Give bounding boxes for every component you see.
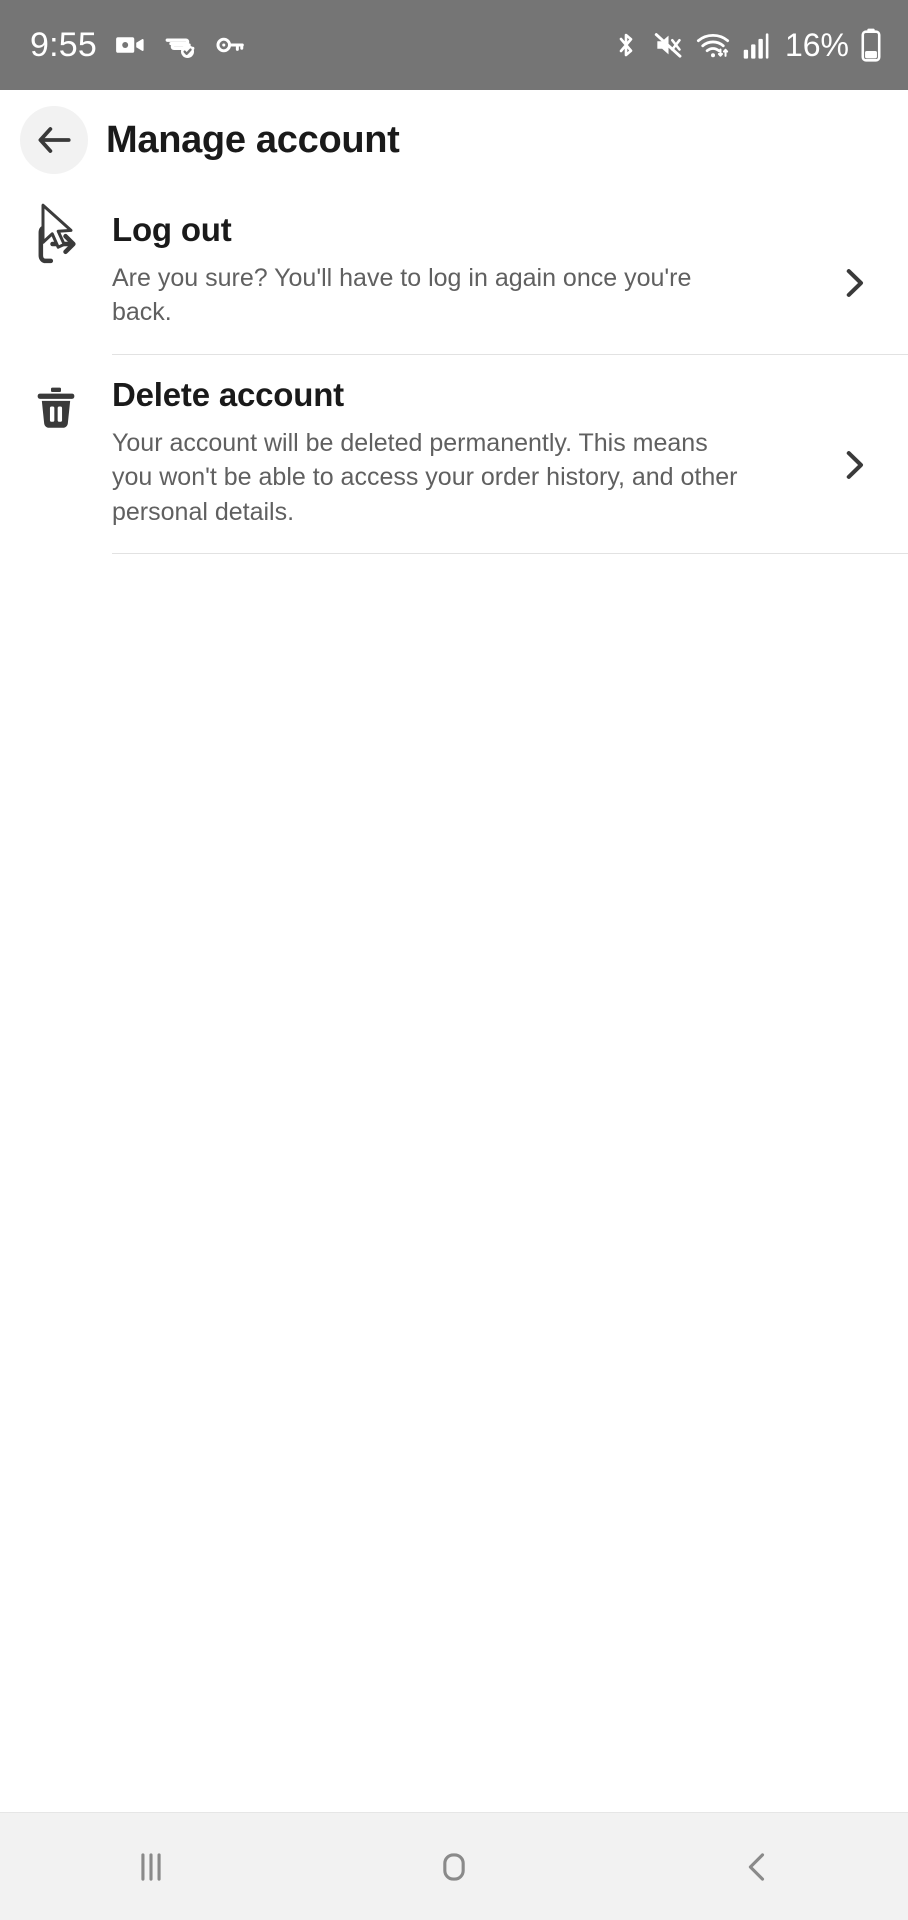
battery-percent-label: 16% [784,27,849,63]
status-bar: 9:55 16% [0,0,908,90]
home-icon [432,1845,476,1889]
trash-icon [0,377,112,433]
settings-list: Log out Are you sure? You'll have to log… [0,190,908,1812]
app-header: Manage account [0,90,908,249]
nav-back-button[interactable] [657,1813,857,1920]
back-chevron-icon [735,1845,779,1889]
android-nav-bar [0,1812,908,1920]
signal-bars-icon [742,30,770,60]
phone-screen: 9:55 16% Manage account Log out Are you … [0,0,908,1920]
bluetooth-icon [611,29,641,61]
status-bar-right-group: 16% [611,28,882,62]
list-item-title: Log out [112,211,232,248]
status-bar-left-group: 9:55 [30,28,247,62]
key-icon [213,28,247,62]
list-item-description: Your account will be deleted permanently… [112,428,738,526]
status-bar-clock: 9:55 [30,26,97,64]
list-item-text-block: Log out Are you sure? You'll have to log… [112,211,800,354]
vpn-icon [163,28,197,62]
list-item-delete-account[interactable]: Delete account Your account will be dele… [0,355,908,553]
wifi-icon [695,29,731,61]
chevron-right-icon[interactable] [800,212,908,354]
nav-home-button[interactable] [354,1813,554,1920]
list-item-text-block: Delete account Your account will be dele… [112,375,800,553]
recents-icon [129,1845,173,1889]
back-button[interactable] [20,106,88,174]
chevron-right-icon[interactable] [800,377,908,553]
list-item-description: Are you sure? You'll have to log in agai… [112,263,692,327]
logout-icon [0,212,112,270]
list-item-title: Delete account [112,375,344,413]
mute-icon [652,29,684,61]
list-item-log-out[interactable]: Log out Are you sure? You'll have to log… [0,190,908,354]
nav-recents-button[interactable] [51,1813,251,1920]
page-title: Manage account [106,119,400,161]
battery-icon [860,28,882,62]
video-camera-icon [113,28,147,62]
back-arrow-icon [32,118,76,162]
